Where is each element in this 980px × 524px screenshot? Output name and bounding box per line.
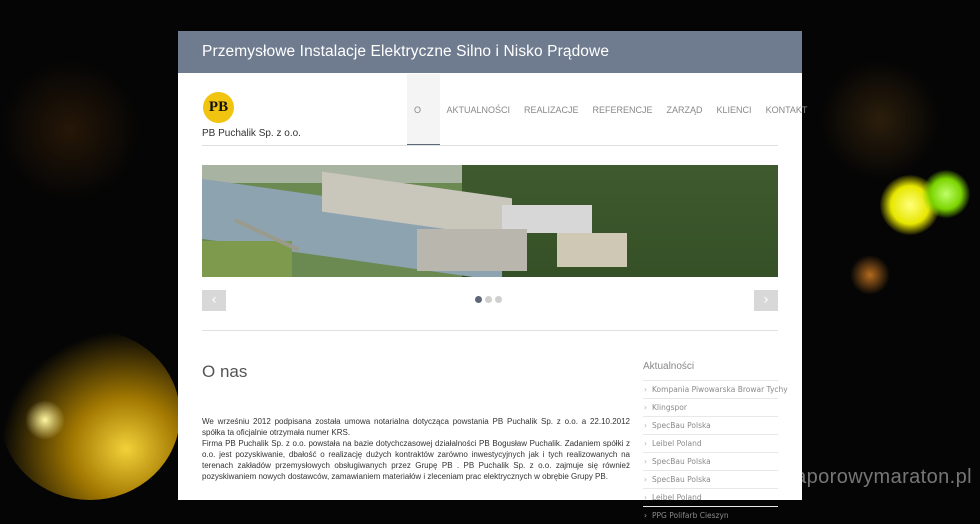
background-light bbox=[850, 255, 890, 295]
slider-pagination bbox=[475, 296, 502, 303]
nav-item-realizacje[interactable]: REALIZACJE bbox=[517, 74, 586, 146]
nav-item-aktualnosci[interactable]: AKTUALNOŚCI bbox=[440, 74, 518, 146]
background-light bbox=[922, 170, 970, 218]
slider-dot-2[interactable] bbox=[485, 296, 492, 303]
sidebar-link[interactable]: Klingspor bbox=[643, 398, 778, 416]
slider-dot-3[interactable] bbox=[495, 296, 502, 303]
nav-item-o-nas[interactable]: O NAS bbox=[407, 74, 440, 187]
sidebar-links: Kompania Piwowarska Browar Tychy Klingsp… bbox=[643, 380, 788, 524]
page-title: O nas bbox=[202, 362, 248, 381]
slide-field bbox=[202, 241, 292, 277]
background-glow bbox=[0, 60, 140, 200]
nav-item-zarzad[interactable]: ZARZĄD bbox=[660, 74, 710, 146]
sidebar-title: Aktualności bbox=[643, 361, 695, 372]
sidebar-link[interactable]: Kompania Piwowarska Browar Tychy bbox=[643, 380, 788, 398]
watermark: www.zaporowymaraton.pl bbox=[735, 466, 972, 488]
slider-prev-button[interactable]: ‹ bbox=[202, 290, 226, 311]
hero-slider-image bbox=[202, 165, 778, 277]
company-logo[interactable]: PB bbox=[203, 92, 234, 123]
company-name: PB Puchalik Sp. z o.o. bbox=[202, 128, 301, 139]
slide-building bbox=[417, 229, 527, 271]
article-content: We wrześniu 2012 podpisana została umowa… bbox=[202, 416, 630, 482]
site-title: Przemysłowe Instalacje Elektryczne Silno… bbox=[202, 43, 610, 60]
nav-item-klienci[interactable]: KLIENCI bbox=[710, 74, 759, 146]
paragraph: We wrześniu 2012 podpisana została umowa… bbox=[202, 417, 630, 437]
divider bbox=[202, 145, 778, 146]
background-glow bbox=[820, 60, 940, 180]
paragraph: Firma PB Puchalik Sp. z o.o. powstała na… bbox=[202, 439, 630, 481]
sidebar-link[interactable]: Leibel Poland bbox=[643, 434, 778, 452]
nav-item-kontakt[interactable]: KONTAKT bbox=[759, 74, 815, 146]
slider-dot-1[interactable] bbox=[475, 296, 482, 303]
sidebar-link[interactable]: PPG Polifarb Cieszyn bbox=[643, 506, 778, 524]
sidebar-link[interactable]: SpecBau Polska bbox=[643, 416, 778, 434]
slide-building bbox=[557, 233, 627, 267]
background-light bbox=[25, 400, 65, 440]
slider-next-button[interactable]: › bbox=[754, 290, 778, 311]
divider bbox=[202, 330, 778, 331]
main-nav: O NAS AKTUALNOŚCI REALIZACJE REFERENCJE … bbox=[407, 74, 815, 187]
nav-item-referencje[interactable]: REFERENCJE bbox=[586, 74, 660, 146]
page-container: Przemysłowe Instalacje Elektryczne Silno… bbox=[178, 31, 807, 524]
header-bar: Przemysłowe Instalacje Elektryczne Silno… bbox=[178, 31, 802, 73]
sidebar-link[interactable]: Leibel Poland bbox=[643, 488, 778, 506]
